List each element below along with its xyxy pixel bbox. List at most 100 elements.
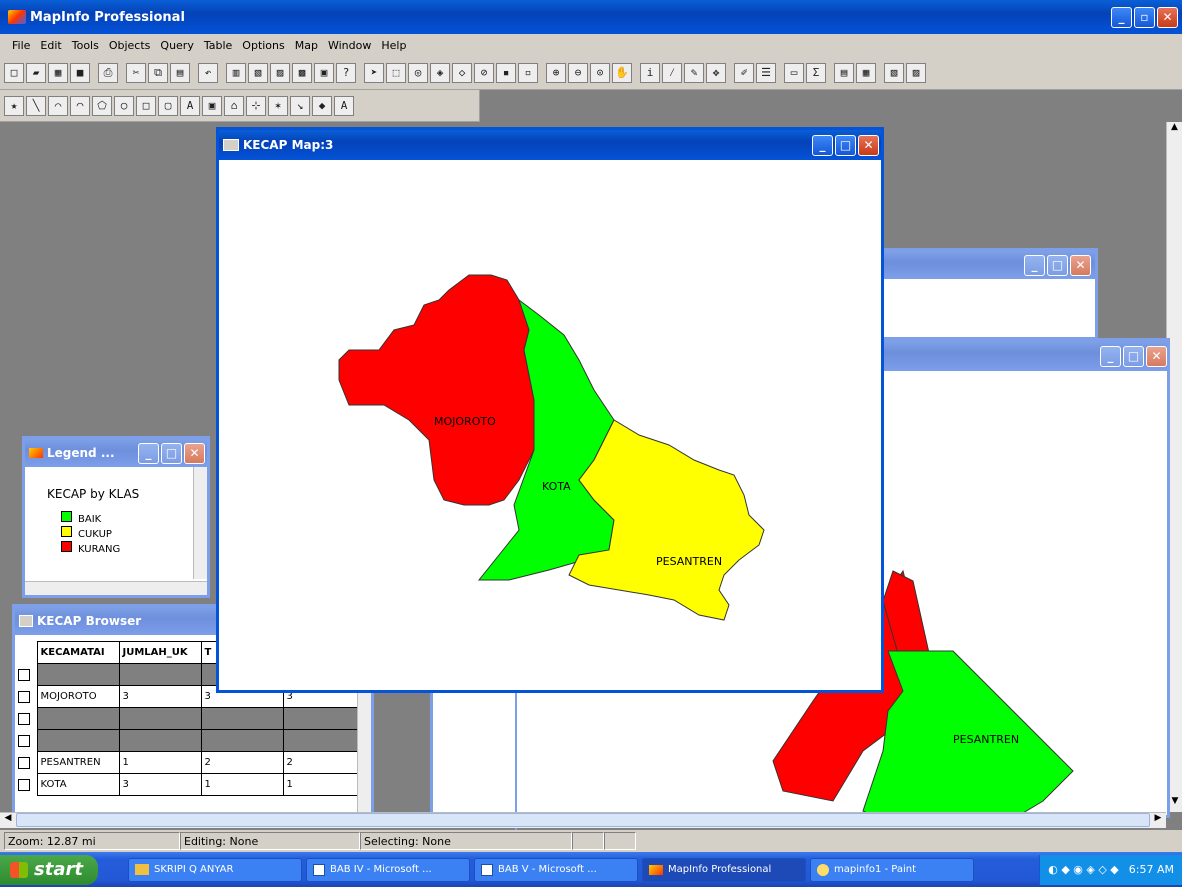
menu-edit[interactable]: Edit <box>40 39 61 52</box>
help-pointer-icon[interactable]: ? <box>336 62 356 83</box>
row-checkbox[interactable] <box>18 712 30 725</box>
undo-icon[interactable]: ↶ <box>198 62 218 83</box>
legend-close-icon[interactable]: ✕ <box>184 442 205 464</box>
status-editing[interactable]: Editing: None <box>180 832 360 850</box>
legend-maximize-icon[interactable]: □ <box>161 442 182 464</box>
text-tool-icon[interactable]: A <box>180 95 200 116</box>
bg1-maximize-icon[interactable]: □ <box>1047 254 1068 276</box>
polyline-tool-icon[interactable]: ⌒ <box>48 95 68 116</box>
cut-icon[interactable]: ✂ <box>126 62 146 83</box>
tray-icons[interactable]: ◐ ◆ ◉ ◈ ◇ ◆ <box>1048 863 1119 876</box>
restore-icon[interactable]: ▫ <box>1134 6 1155 28</box>
new-layout-icon[interactable]: ▩ <box>292 62 312 83</box>
new-mapper-icon[interactable]: ▧ <box>248 62 268 83</box>
column-header[interactable]: KECAMATAI <box>36 641 120 664</box>
save-icon[interactable]: ■ <box>70 62 90 83</box>
bg2-close-icon[interactable]: ✕ <box>1146 345 1167 367</box>
map-minimize-icon[interactable]: _ <box>812 134 833 156</box>
row-checkbox[interactable] <box>18 668 30 681</box>
select-arrow-icon[interactable]: ➤ <box>364 62 384 83</box>
symbol-style-icon[interactable]: ✶ <box>268 95 288 116</box>
drag-map-icon[interactable]: ✥ <box>706 62 726 83</box>
hotlink-icon[interactable]: ⁄ <box>662 62 682 83</box>
legend-horizontal-scrollbar[interactable] <box>25 581 207 595</box>
rectangle-tool-icon[interactable]: □ <box>136 95 156 116</box>
text-style-icon[interactable]: A <box>334 95 354 116</box>
rounded-rectangle-icon[interactable]: ▢ <box>158 95 178 116</box>
menu-objects[interactable]: Objects <box>109 39 151 52</box>
task-bab-iv[interactable]: BAB IV - Microsoft ... <box>306 857 470 882</box>
statistics-icon[interactable]: Σ <box>806 62 826 83</box>
map-maximize-icon[interactable]: □ <box>835 134 856 156</box>
new-icon[interactable]: □ <box>4 62 24 83</box>
bg2-maximize-icon[interactable]: □ <box>1123 345 1144 367</box>
task-paint[interactable]: mapinfo1 - Paint <box>810 857 974 882</box>
line-style-icon[interactable]: ↘ <box>290 95 310 116</box>
task-bab-v[interactable]: BAB V - Microsoft ... <box>474 857 638 882</box>
table-row[interactable]: KOTA 3 1 1 <box>15 773 366 796</box>
legend-vertical-scrollbar[interactable] <box>193 467 207 579</box>
bg1-close-icon[interactable]: ✕ <box>1070 254 1091 276</box>
marquee-select-icon[interactable]: ⬚ <box>386 62 406 83</box>
paste-icon[interactable]: ▤ <box>170 62 190 83</box>
row-checkbox[interactable] <box>18 756 30 769</box>
arc-tool-icon[interactable]: ◠ <box>70 95 90 116</box>
zoom-in-icon[interactable]: ⊕ <box>546 62 566 83</box>
graph-select-icon[interactable]: ▫ <box>518 62 538 83</box>
invert-selection-icon[interactable]: ▪ <box>496 62 516 83</box>
column-header[interactable]: JUMLAH_UK <box>118 641 202 664</box>
layer-control-icon[interactable]: ☰ <box>756 62 776 83</box>
table-row[interactable]: PESANTREN 1 2 2 <box>15 751 366 774</box>
menu-tools[interactable]: Tools <box>72 39 99 52</box>
menu-file[interactable]: File <box>12 39 30 52</box>
minimize-icon[interactable]: _ <box>1111 6 1132 28</box>
polygon-tool-icon[interactable]: ⬠ <box>92 95 112 116</box>
label-tool-icon[interactable]: ✎ <box>684 62 704 83</box>
clip-region-icon[interactable]: ▤ <box>834 62 854 83</box>
grabber-hand-icon[interactable]: ✋ <box>612 62 632 83</box>
start-button[interactable]: start <box>0 854 98 885</box>
bg1-minimize-icon[interactable]: _ <box>1024 254 1045 276</box>
polygon-select-icon[interactable]: ◈ <box>430 62 450 83</box>
task-mapinfo[interactable]: MapInfo Professional <box>642 857 806 882</box>
region-mojoroto[interactable] <box>338 274 535 506</box>
menu-map[interactable]: Map <box>295 39 318 52</box>
map-canvas[interactable]: MOJOROTO KOTA PESANTREN <box>219 160 881 690</box>
close-icon[interactable]: ✕ <box>1157 6 1178 28</box>
set-target-icon[interactable]: ▦ <box>856 62 876 83</box>
task-skripi-folder[interactable]: SKRIPI Q ANYAR <box>128 857 302 882</box>
table-row[interactable] <box>15 707 366 730</box>
status-selecting[interactable]: Selecting: None <box>360 832 572 850</box>
zoom-out-icon[interactable]: ⊖ <box>568 62 588 83</box>
row-checkbox[interactable] <box>18 734 30 747</box>
legend-minimize-icon[interactable]: _ <box>138 442 159 464</box>
menu-query[interactable]: Query <box>160 39 193 52</box>
menu-options[interactable]: Options <box>242 39 284 52</box>
ruler-icon[interactable]: ✐ <box>734 62 754 83</box>
line-tool-icon[interactable]: ╲ <box>26 95 46 116</box>
region-style-icon[interactable]: ◆ <box>312 95 332 116</box>
info-tool-icon[interactable]: i <box>640 62 660 83</box>
open-workspace-icon[interactable]: ▦ <box>48 62 68 83</box>
map-close-icon[interactable]: ✕ <box>858 134 879 156</box>
legend-tool-icon[interactable]: ▧ <box>884 62 904 83</box>
ruler-tool-icon[interactable]: ▭ <box>784 62 804 83</box>
menu-table[interactable]: Table <box>204 39 232 52</box>
copy-icon[interactable]: ⧉ <box>148 62 168 83</box>
add-node-icon[interactable]: ⊹ <box>246 95 266 116</box>
symbol-tool-icon[interactable]: ★ <box>4 95 24 116</box>
row-checkbox[interactable] <box>18 778 30 791</box>
change-view-icon[interactable]: ⊙ <box>590 62 610 83</box>
unselect-all-icon[interactable]: ⊘ <box>474 62 494 83</box>
report-icon[interactable]: ▨ <box>906 62 926 83</box>
menu-help[interactable]: Help <box>381 39 406 52</box>
reshape-icon[interactable]: ⌂ <box>224 95 244 116</box>
frame-tool-icon[interactable]: ▣ <box>202 95 222 116</box>
bg2-minimize-icon[interactable]: _ <box>1100 345 1121 367</box>
new-grapher-icon[interactable]: ▨ <box>270 62 290 83</box>
new-browser-icon[interactable]: ▥ <box>226 62 246 83</box>
workspace-horizontal-scrollbar[interactable]: ◀ ▶ <box>0 812 1166 828</box>
boundary-select-icon[interactable]: ◇ <box>452 62 472 83</box>
menu-window[interactable]: Window <box>328 39 371 52</box>
radius-select-icon[interactable]: ◎ <box>408 62 428 83</box>
